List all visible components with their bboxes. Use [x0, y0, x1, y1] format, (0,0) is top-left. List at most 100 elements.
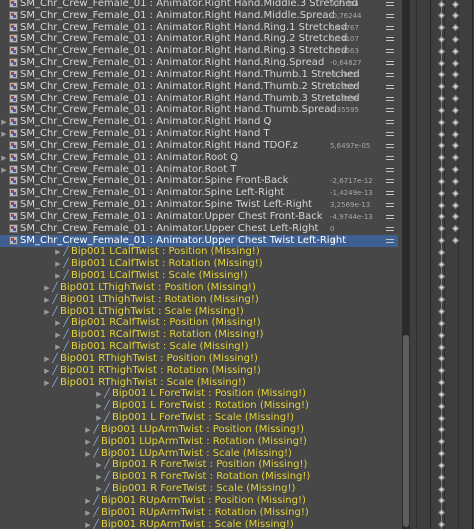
missing-property-row[interactable]: ▶ ╱ Bip001 R ForeTwist : Position (Missing…: [0, 459, 398, 471]
dopesheet-area[interactable]: [410, 0, 474, 529]
property-value[interactable]: 0: [330, 235, 334, 247]
foldout-arrow-icon[interactable]: ▶: [54, 329, 62, 341]
foldout-arrow-icon[interactable]: ▶: [54, 258, 62, 270]
menu-icon[interactable]: [386, 191, 394, 196]
missing-property-row[interactable]: ▶ ╱ Bip001 LUpArmTwist : Scale (Missing!): [0, 448, 398, 460]
missing-property-row[interactable]: ▶ ╱ Bip001 RUpArmTwist : Position (Missing…: [0, 495, 398, 507]
menu-icon[interactable]: [386, 13, 394, 18]
missing-property-row[interactable]: ▶ ╱ Bip001 RThighTwist : Rotation (Missing…: [0, 365, 398, 377]
property-row[interactable]: SM_Chr_Crew_Female_01 : Animator.Upper C…: [0, 211, 398, 223]
missing-property-row[interactable]: ▶ ╱ Bip001 R ForeTwist : Scale (Missing!): [0, 483, 398, 495]
menu-icon[interactable]: [386, 25, 394, 30]
missing-property-row[interactable]: ▶ ╱ Bip001 LThighTwist : Scale (Missing!): [0, 306, 398, 318]
missing-property-row[interactable]: ▶ ╱ Bip001 LCalfTwist : Scale (Missing!): [0, 270, 398, 282]
scrollbar-thumb[interactable]: [403, 335, 409, 527]
foldout-arrow-icon[interactable]: ▶: [84, 436, 92, 448]
missing-property-row[interactable]: ▶ ╱ Bip001 R ForeTwist : Rotation (Missing…: [0, 471, 398, 483]
missing-property-row[interactable]: ▶ ╱ Bip001 RUpArmTwist : Rotation (Missing…: [0, 507, 398, 519]
property-value[interactable]: -0,64827: [330, 57, 361, 69]
foldout-arrow-icon[interactable]: ▶: [0, 116, 8, 128]
menu-icon[interactable]: [386, 2, 394, 6]
foldout-arrow-icon[interactable]: ▶: [95, 412, 103, 424]
menu-icon[interactable]: [386, 120, 394, 125]
missing-property-row[interactable]: ▶ ╱ Bip001 RThighTwist : Position (Missing…: [0, 353, 398, 365]
missing-property-row[interactable]: ▶ ╱ Bip001 LThighTwist : Position (Missing…: [0, 282, 398, 294]
missing-property-row[interactable]: ▶ ╱ Bip001 L ForeTwist : Scale (Missing!): [0, 412, 398, 424]
property-value[interactable]: 3,2569e-13: [330, 199, 370, 211]
foldout-arrow-icon[interactable]: ▶: [95, 483, 103, 495]
property-value[interactable]: 0,43598: [330, 93, 359, 105]
menu-icon[interactable]: [386, 155, 394, 160]
property-value[interactable]: 0,24107: [330, 33, 359, 45]
missing-property-row[interactable]: ▶ ╱ Bip001 LUpArmTwist : Rotation (Missing…: [0, 436, 398, 448]
property-value[interactable]: 0,35595: [330, 104, 359, 116]
property-row[interactable]: ▶ SM_Chr_Crew_Female_01 : Animator.Right …: [0, 116, 398, 128]
foldout-arrow-icon[interactable]: ▶: [54, 341, 62, 353]
property-row[interactable]: SM_Chr_Crew_Female_01 : Animator.Spine T…: [0, 199, 398, 211]
menu-icon[interactable]: [386, 37, 394, 42]
vertical-scrollbar[interactable]: [402, 0, 410, 529]
menu-icon[interactable]: [386, 143, 394, 148]
menu-icon[interactable]: [386, 49, 394, 54]
property-row[interactable]: ▶ SM_Chr_Crew_Female_01 : Animator.Root Q: [0, 152, 398, 164]
property-value[interactable]: 0: [330, 223, 334, 235]
menu-icon[interactable]: [386, 203, 394, 208]
foldout-arrow-icon[interactable]: ▶: [54, 317, 62, 329]
foldout-arrow-icon[interactable]: ▶: [43, 353, 51, 365]
foldout-arrow-icon[interactable]: ▶: [84, 519, 92, 529]
property-row[interactable]: SM_Chr_Crew_Female_01 : Animator.Right H…: [0, 22, 398, 34]
foldout-arrow-icon[interactable]: ▶: [0, 128, 8, 140]
property-value[interactable]: 0,22565: [330, 81, 359, 93]
foldout-arrow-icon[interactable]: ▶: [43, 306, 51, 318]
foldout-arrow-icon[interactable]: ▶: [0, 152, 8, 164]
property-row[interactable]: SM_Chr_Crew_Female_01 : Animator.Right H…: [0, 140, 398, 152]
property-row[interactable]: SM_Chr_Crew_Female_01 : Animator.Right H…: [0, 57, 398, 69]
missing-property-row[interactable]: ▶ ╱ Bip001 LCalfTwist : Position (Missing!…: [0, 246, 398, 258]
missing-property-row[interactable]: ▶ ╱ Bip001 RCalfTwist : Scale (Missing!): [0, 341, 398, 353]
property-value[interactable]: -2,6717e-12: [330, 175, 373, 187]
property-value[interactable]: -1,3822: [330, 69, 357, 81]
property-value[interactable]: -1,4249e-13: [330, 187, 373, 199]
foldout-arrow-icon[interactable]: ▶: [95, 388, 103, 400]
property-row[interactable]: SM_Chr_Crew_Female_01 : Animator.Spine F…: [0, 175, 398, 187]
property-row[interactable]: SM_Chr_Crew_Female_01 : Animator.Upper C…: [0, 223, 398, 235]
menu-icon[interactable]: [386, 132, 394, 137]
menu-icon[interactable]: [386, 84, 394, 89]
property-row[interactable]: SM_Chr_Crew_Female_01 : Animator.Right H…: [0, 10, 398, 22]
missing-property-row[interactable]: ▶ ╱ Bip001 RCalfTwist : Rotation (Missing!…: [0, 329, 398, 341]
property-row[interactable]: SM_Chr_Crew_Female_01 : Animator.Spine L…: [0, 187, 398, 199]
menu-icon[interactable]: [386, 96, 394, 101]
foldout-arrow-icon[interactable]: ▶: [84, 495, 92, 507]
missing-property-row[interactable]: ▶ ╱ Bip001 L ForeTwist : Position (Missing…: [0, 388, 398, 400]
property-row[interactable]: SM_Chr_Crew_Female_01 : Animator.Right H…: [0, 69, 398, 81]
property-row[interactable]: SM_Chr_Crew_Female_01 : Animator.Right H…: [0, 33, 398, 45]
missing-property-row[interactable]: ▶ ╱ Bip001 RThighTwist : Scale (Missing!): [0, 377, 398, 389]
property-row[interactable]: ▶ SM_Chr_Crew_Female_01 : Animator.Root T: [0, 164, 398, 176]
foldout-arrow-icon[interactable]: ▶: [95, 471, 103, 483]
foldout-arrow-icon[interactable]: ▶: [84, 507, 92, 519]
property-row[interactable]: SM_Chr_Crew_Female_01 : Animator.Right H…: [0, 45, 398, 57]
menu-icon[interactable]: [386, 179, 394, 184]
foldout-arrow-icon[interactable]: ▶: [43, 377, 51, 389]
foldout-arrow-icon[interactable]: ▶: [84, 424, 92, 436]
menu-icon[interactable]: [386, 72, 394, 77]
menu-icon[interactable]: [386, 226, 394, 231]
property-row[interactable]: SM_Chr_Crew_Female_01 : Animator.Right H…: [0, 0, 398, 10]
missing-property-row[interactable]: ▶ ╱ Bip001 RUpArmTwist : Scale (Missing!): [0, 519, 398, 529]
foldout-arrow-icon[interactable]: ▶: [54, 246, 62, 258]
property-value[interactable]: 0,47767: [330, 22, 359, 34]
missing-property-row[interactable]: ▶ ╱ Bip001 LThighTwist : Rotation (Missing…: [0, 294, 398, 306]
menu-icon[interactable]: [386, 214, 394, 219]
property-value[interactable]: -4,9744e-13: [330, 211, 373, 223]
property-value[interactable]: 0,81084: [330, 0, 359, 10]
missing-property-row[interactable]: ▶ ╱ Bip001 LCalfTwist : Rotation (Missing!…: [0, 258, 398, 270]
missing-property-row[interactable]: ▶ ╱ Bip001 RCalfTwist : Position (Missing!…: [0, 317, 398, 329]
foldout-arrow-icon[interactable]: ▶: [43, 365, 51, 377]
property-row[interactable]: SM_Chr_Crew_Female_01 : Animator.Right H…: [0, 93, 398, 105]
foldout-arrow-icon[interactable]: ▶: [54, 270, 62, 282]
property-row[interactable]: ▶ SM_Chr_Crew_Female_01 : Animator.Right …: [0, 128, 398, 140]
missing-property-row[interactable]: ▶ ╱ Bip001 L ForeTwist : Rotation (Missing…: [0, 400, 398, 412]
foldout-arrow-icon[interactable]: ▶: [95, 459, 103, 471]
foldout-arrow-icon[interactable]: ▶: [84, 448, 92, 460]
menu-icon[interactable]: [386, 167, 394, 172]
